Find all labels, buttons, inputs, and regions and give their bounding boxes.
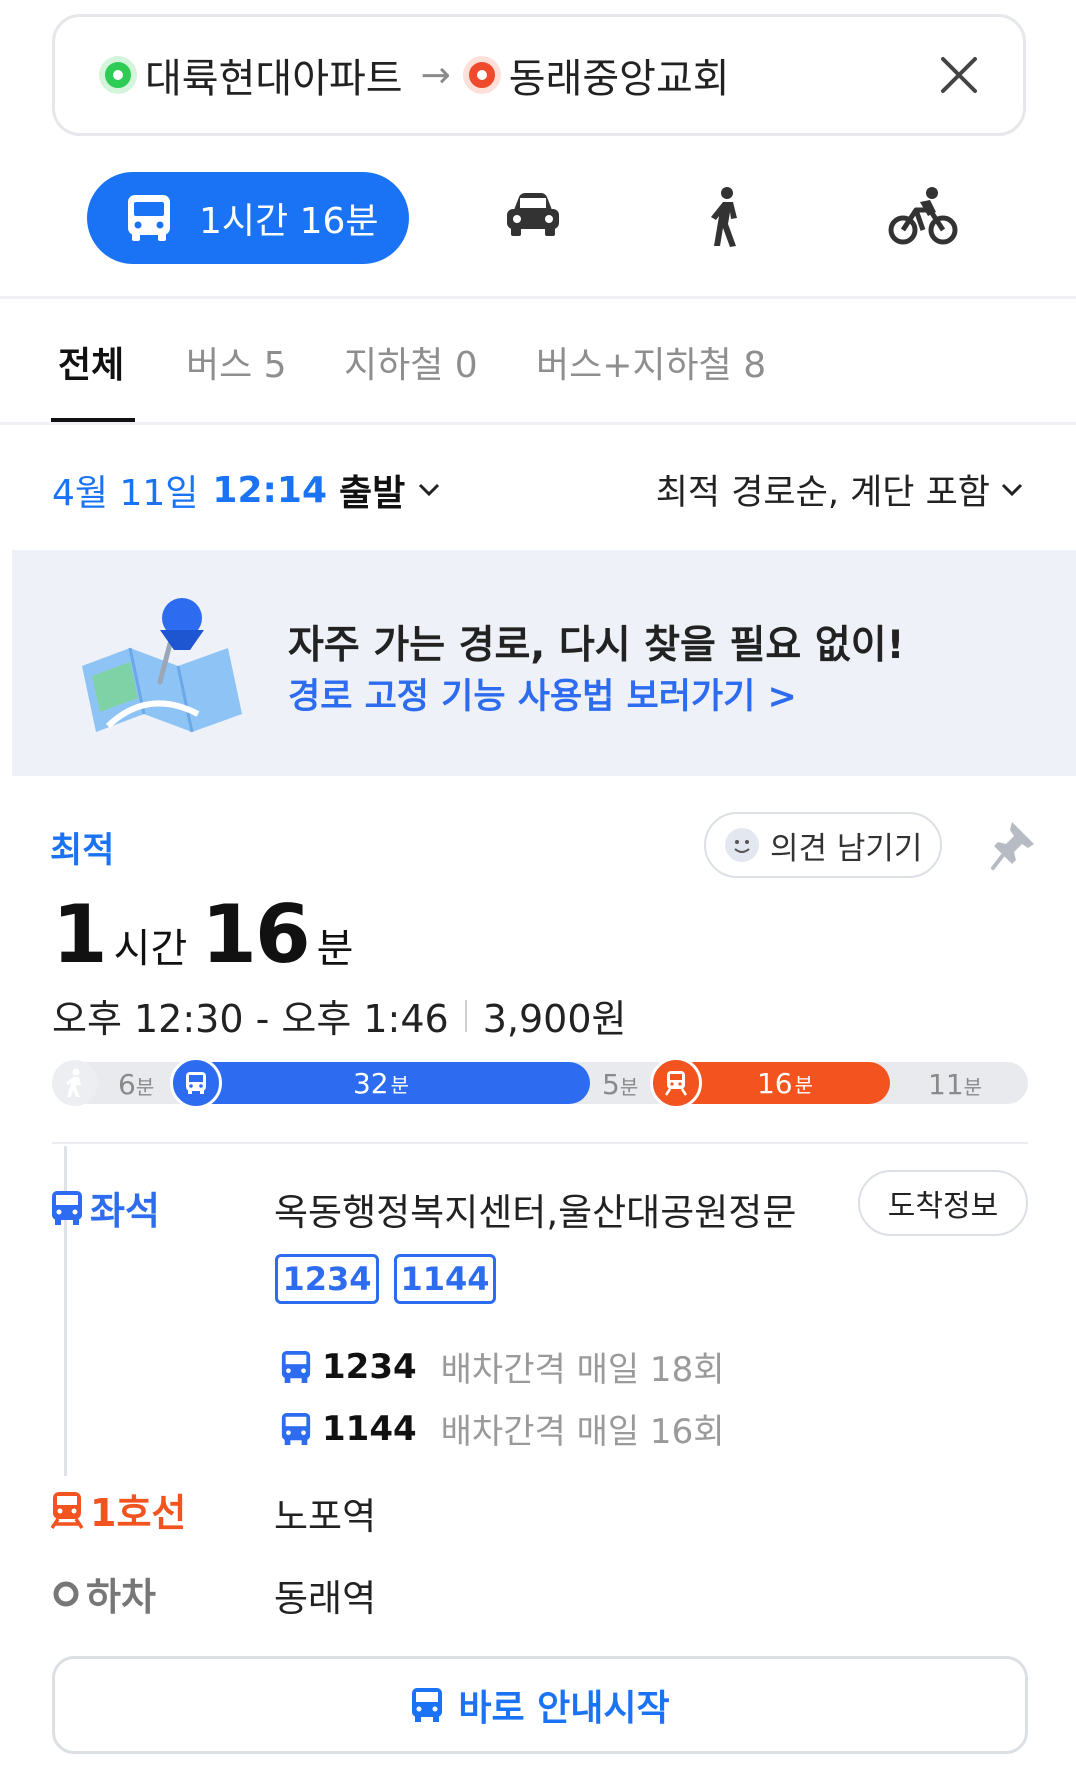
minutes-unit: 분 <box>135 1075 155 1099</box>
transit-duration: 1시간 16분 <box>199 201 379 242</box>
duration-hours: 1 <box>52 888 108 981</box>
origin-name[interactable]: 대륙현대아파트 <box>145 46 403 104</box>
train-icon <box>50 1490 84 1530</box>
start-navigation-label: 바로 안내시작 <box>458 1688 670 1729</box>
walk-icon <box>52 1060 98 1106</box>
banner-link[interactable]: 경로 고정 기능 사용법 보러가기 > <box>288 668 797 719</box>
step-board-label: 좌석 <box>90 1189 160 1233</box>
bus-frequency-row: 1144 배차간격 매일 16회 <box>280 1404 724 1453</box>
departure-label: 출발 <box>339 473 406 514</box>
minutes-unit: 분 <box>794 1072 814 1097</box>
route-summary: 대륙현대아파트 → 동래중앙교회 <box>105 17 730 133</box>
step-subway: 1호선 <box>50 1482 186 1537</box>
sort-selector[interactable]: 최적 경로순, 계단 포함 <box>656 464 1024 515</box>
departure-time: 12:14 <box>212 469 327 511</box>
divider <box>52 1142 1028 1144</box>
bus-icon <box>50 1189 84 1227</box>
transfer-minutes: 5 <box>602 1068 620 1101</box>
feedback-button[interactable]: 의견 남기기 <box>704 812 942 878</box>
car-icon[interactable] <box>504 190 562 240</box>
walk-icon[interactable] <box>706 186 746 248</box>
destination-marker-icon <box>468 62 495 88</box>
duration-minutes-unit: 분 <box>316 926 354 972</box>
departure-time-selector[interactable]: 4월 11일 12:14 출발 <box>52 464 441 516</box>
smile-icon <box>724 827 760 863</box>
close-icon[interactable] <box>935 51 983 99</box>
walk-minutes-2: 11 <box>928 1068 964 1101</box>
bus-icon <box>125 193 173 243</box>
bus-number-badge[interactable]: 1234 <box>275 1254 379 1304</box>
bus-number: 1234 <box>322 1346 417 1387</box>
minutes-unit: 분 <box>963 1075 983 1099</box>
walk-segment-2: 11분 <box>928 1068 982 1101</box>
time-range: 오후 12:30 - 오후 1:46 <box>52 997 449 1041</box>
bicycle-icon[interactable] <box>888 186 958 246</box>
minutes-unit: 분 <box>390 1072 410 1097</box>
walk-segment-1: 6분 <box>118 1068 154 1101</box>
fare: 3,900원 <box>482 997 627 1041</box>
subway-minutes: 16 <box>756 1066 793 1100</box>
route-time-fare: 오후 12:30 - 오후 1:46 3,900원 <box>52 988 626 1043</box>
tab-bus[interactable]: 버스 5 <box>186 336 287 388</box>
route-search-box[interactable]: 대륙현대아파트 → 동래중앙교회 <box>52 14 1026 136</box>
bus-icon <box>280 1349 312 1385</box>
minutes-unit: 분 <box>619 1075 639 1099</box>
duration-minutes: 16 <box>201 888 310 981</box>
pin-icon[interactable] <box>990 818 1038 872</box>
bus-icon <box>170 1057 222 1109</box>
tab-bus-subway[interactable]: 버스+지하철 8 <box>536 336 766 388</box>
arrival-info-button[interactable]: 도착정보 <box>858 1170 1028 1236</box>
departure-date: 4월 11일 <box>52 473 199 514</box>
bus-frequency-row: 1234 배차간격 매일 18회 <box>280 1342 724 1391</box>
walk-minutes-1: 6 <box>118 1068 136 1101</box>
step-alight: 하차 <box>52 1566 156 1621</box>
bus-icon <box>410 1686 444 1724</box>
alight-circle-icon <box>52 1580 80 1608</box>
divider <box>0 296 1076 299</box>
tab-subway[interactable]: 지하철 0 <box>344 336 478 388</box>
transfer-segment: 5분 <box>602 1068 638 1101</box>
map-pin-illustration-icon <box>78 596 246 736</box>
duration-hours-unit: 시간 <box>113 926 188 972</box>
chevron-down-icon <box>417 482 441 498</box>
feedback-label: 의견 남기기 <box>770 830 923 867</box>
bus-frequency: 배차간격 매일 18회 <box>440 1350 725 1390</box>
bus-frequency: 배차간격 매일 16회 <box>440 1412 725 1452</box>
route-tag: 최적 <box>50 831 115 871</box>
tab-all[interactable]: 전체 <box>58 336 124 388</box>
step-board: 좌석 <box>50 1180 160 1235</box>
banner-title: 자주 가는 경로, 다시 찾을 필요 없이! <box>288 623 905 668</box>
subway-stop-name[interactable]: 노포역 <box>274 1486 376 1540</box>
bus-minutes: 32 <box>352 1066 389 1100</box>
sort-label: 최적 경로순, 계단 포함 <box>655 473 990 513</box>
start-navigation-button[interactable]: 바로 안내시작 <box>52 1656 1028 1754</box>
divider <box>0 422 1076 425</box>
bus-segment: 32 분 <box>172 1062 590 1104</box>
bus-icon <box>280 1411 312 1447</box>
subway-line-label: 1호선 <box>90 1491 187 1535</box>
board-stop-name[interactable]: 옥동행정복지센터,울산대공원정문 <box>274 1182 796 1236</box>
chevron-down-icon <box>1000 482 1024 498</box>
bus-number: 1144 <box>322 1408 417 1449</box>
alight-stop-name[interactable]: 동래역 <box>274 1568 376 1622</box>
origin-marker-icon <box>105 62 131 88</box>
arrow-right-icon: → <box>420 54 451 96</box>
total-duration: 1 시간 16 분 <box>52 888 353 981</box>
bus-number-badge[interactable]: 1144 <box>394 1254 496 1304</box>
alight-label: 하차 <box>86 1575 156 1619</box>
train-icon <box>650 1057 702 1109</box>
mode-transit-tab[interactable]: 1시간 16분 <box>87 172 409 264</box>
destination-name[interactable]: 동래중앙교회 <box>509 46 730 104</box>
divider <box>464 999 467 1032</box>
